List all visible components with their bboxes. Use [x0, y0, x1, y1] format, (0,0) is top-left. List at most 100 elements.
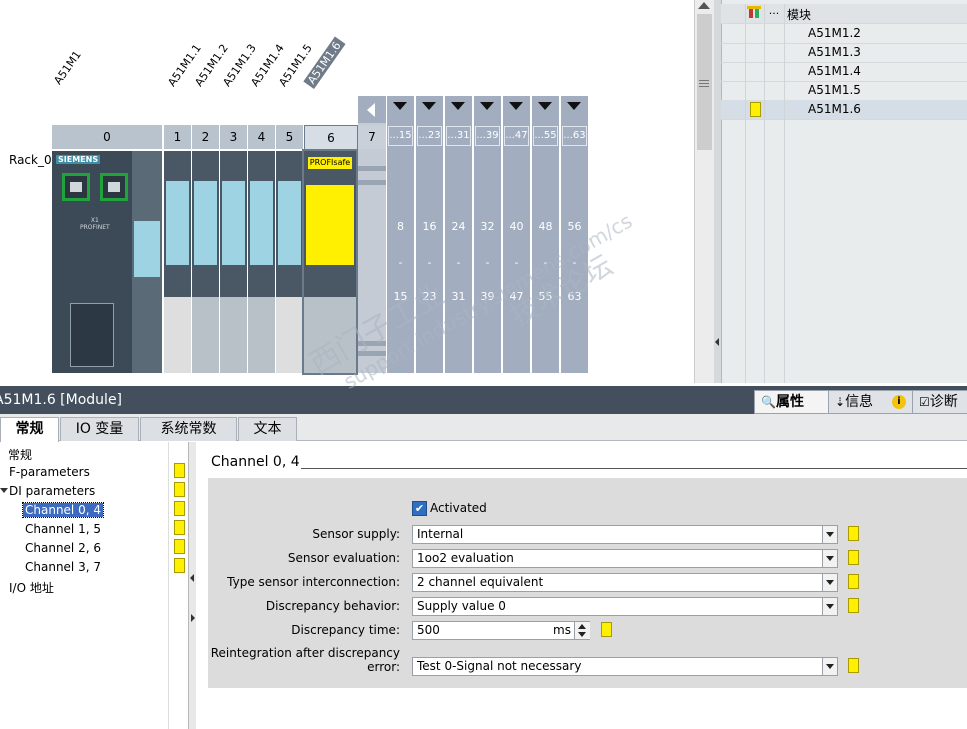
dropdown-value: 1oo2 evaluation [417, 551, 514, 565]
tab-diagnostics-label: 诊断 [929, 394, 958, 410]
spin-up-icon[interactable] [578, 624, 586, 629]
discrepancy-time-input[interactable]: 500 ms [412, 621, 590, 640]
nav-item-general[interactable]: 常规 [8, 446, 32, 463]
tab-io-tags[interactable]: IO 变量 [60, 417, 139, 441]
sensor-evaluation-dropdown[interactable]: 1oo2 evaluation [412, 549, 838, 568]
nav-item-channel-3-7[interactable]: Channel 3, 7 [25, 560, 101, 574]
chevron-down-icon[interactable] [822, 526, 837, 543]
tab-properties[interactable]: 🔍属性 [754, 390, 832, 414]
tab-general[interactable]: 常规 [0, 417, 59, 442]
io-module-1[interactable] [164, 151, 191, 373]
property-nav-tree: 常规 F-parameters DI parameters Channel 0,… [0, 442, 168, 729]
chevron-down-icon[interactable] [822, 550, 837, 567]
info-icon: i [892, 395, 906, 409]
discrepancy-time-label: Discrepancy time: [291, 623, 400, 637]
module-overview-table[interactable]: ... 模块 A51M1.2 A51M1.3 A51M1.4 A51M1.5 A… [714, 0, 967, 383]
slot-header-4[interactable]: 4 [248, 125, 276, 149]
chevron-down-icon[interactable] [822, 574, 837, 591]
io-module-2[interactable] [192, 151, 219, 373]
scroll-up-icon[interactable] [698, 2, 710, 9]
tab-system-constants[interactable]: 系统常数 [140, 417, 237, 441]
expand-arrow-icon[interactable] [567, 102, 581, 110]
range-column-4[interactable]: ...39 32 - 39 [474, 96, 501, 373]
slot-header-6[interactable]: 6 [304, 125, 358, 151]
slot-header-3[interactable]: 3 [220, 125, 248, 149]
range-label: ...55 [533, 126, 558, 146]
expand-arrow-icon[interactable] [422, 102, 436, 110]
table-row[interactable]: A51M1.5 [721, 81, 967, 101]
tab-properties-label: 属性 [775, 394, 804, 410]
slot-header-0[interactable]: 0 [52, 125, 163, 149]
range-column-6[interactable]: ...55 48 - 55 [532, 96, 559, 373]
dropdown-value: 2 channel equivalent [417, 575, 544, 589]
nav-item-channel-0-4[interactable]: Channel 0, 4 [22, 502, 104, 518]
tab-diagnostics[interactable]: ☑诊断 [912, 390, 967, 414]
io-module-3[interactable] [220, 151, 247, 373]
range-label: ...47 [504, 126, 529, 146]
io-module-4[interactable] [248, 151, 275, 373]
slot-header-2[interactable]: 2 [192, 125, 220, 149]
nav-item-f-parameters[interactable]: F-parameters [9, 465, 90, 479]
tab-info[interactable]: ⇣信息 i [828, 390, 916, 414]
table-row[interactable]: A51M1.2 [721, 24, 967, 44]
arrow-left-icon[interactable] [715, 338, 719, 346]
chevron-down-icon[interactable] [822, 658, 837, 675]
range-column-2[interactable]: ...23 16 - 23 [416, 96, 443, 373]
table-row[interactable]: A51M1.4 [721, 62, 967, 82]
expand-arrow-icon[interactable] [538, 102, 552, 110]
tree-expand-icon[interactable] [0, 488, 8, 493]
discrepancy-behavior-dropdown[interactable]: Supply value 0 [412, 597, 838, 616]
nav-item-channel-2-6[interactable]: Channel 2, 6 [25, 541, 101, 555]
device-view-scrollbar[interactable] [694, 0, 715, 383]
device-view[interactable]: A51M1 A51M1.1 A51M1.2 A51M1.3 A51M1.4 A5… [0, 0, 694, 383]
header-dots: ... [764, 4, 785, 23]
range-end: 55 [538, 290, 553, 303]
slot-header-7[interactable]: 7 [358, 125, 386, 149]
io-module-5[interactable] [276, 151, 303, 373]
range-column-1[interactable]: ...15 8 - 15 [387, 96, 414, 373]
expand-arrow-icon[interactable] [393, 102, 407, 110]
range-start: 24 [451, 220, 466, 233]
f-signature-icon [601, 622, 612, 637]
expand-arrow-icon[interactable] [509, 102, 523, 110]
range-end: 31 [451, 290, 466, 303]
reintegration-label: Reintegration after discrepancy error: [211, 646, 400, 674]
range-start: 16 [422, 220, 437, 233]
reintegration-dropdown[interactable]: Test 0-Signal not necessary [412, 657, 838, 676]
table-row-selected[interactable]: A51M1.6 [721, 100, 967, 120]
expand-arrow-icon[interactable] [451, 102, 465, 110]
sensor-interconnection-dropdown[interactable]: 2 channel equivalent [412, 573, 838, 592]
sensor-supply-dropdown[interactable]: Internal [412, 525, 838, 544]
module-label-a51m1[interactable]: A51M1 [51, 48, 83, 87]
spin-down-icon[interactable] [578, 632, 586, 637]
range-column-7[interactable]: ...63 56 - 63 [561, 96, 588, 373]
arrow-left-icon[interactable] [190, 574, 194, 582]
nav-item-di-parameters[interactable]: DI parameters [9, 484, 95, 498]
range-label: ...23 [417, 126, 442, 146]
slot-header-1[interactable]: 1 [164, 125, 192, 149]
expand-arrow-icon[interactable] [480, 102, 494, 110]
range-column-3[interactable]: ...31 24 - 31 [445, 96, 472, 373]
reintegration-label-line1: Reintegration after discrepancy [210, 646, 400, 660]
slot-7-column[interactable]: 7 [358, 96, 386, 373]
scrollbar-thumb[interactable] [697, 14, 712, 150]
cpu-module[interactable]: SIEMENS X1 PROFINET [52, 151, 162, 373]
input-value: 500 [417, 623, 440, 637]
spinner-button[interactable] [574, 622, 590, 639]
f-signature-icon [848, 526, 859, 541]
range-start: 56 [567, 220, 582, 233]
tab-info-label: 信息 [845, 394, 874, 410]
range-dash: - [398, 256, 403, 269]
nav-item-channel-1-5[interactable]: Channel 1, 5 [25, 522, 101, 536]
table-row[interactable]: A51M1.3 [721, 43, 967, 63]
nav-item-io-address[interactable]: I/O 地址 [9, 579, 54, 596]
tab-texts[interactable]: 文本 [238, 417, 297, 441]
scroll-left-button[interactable] [358, 96, 386, 123]
range-column-5[interactable]: ...47 40 - 47 [503, 96, 530, 373]
ethernet-port-1-icon [62, 173, 90, 201]
activated-checkbox[interactable]: ✔ [412, 501, 427, 516]
arrow-right-icon[interactable] [191, 614, 195, 622]
chevron-down-icon[interactable] [822, 598, 837, 615]
f-module-a51m1-6[interactable]: PROFIsafe [302, 149, 358, 375]
slot-header-5[interactable]: 5 [276, 125, 304, 149]
